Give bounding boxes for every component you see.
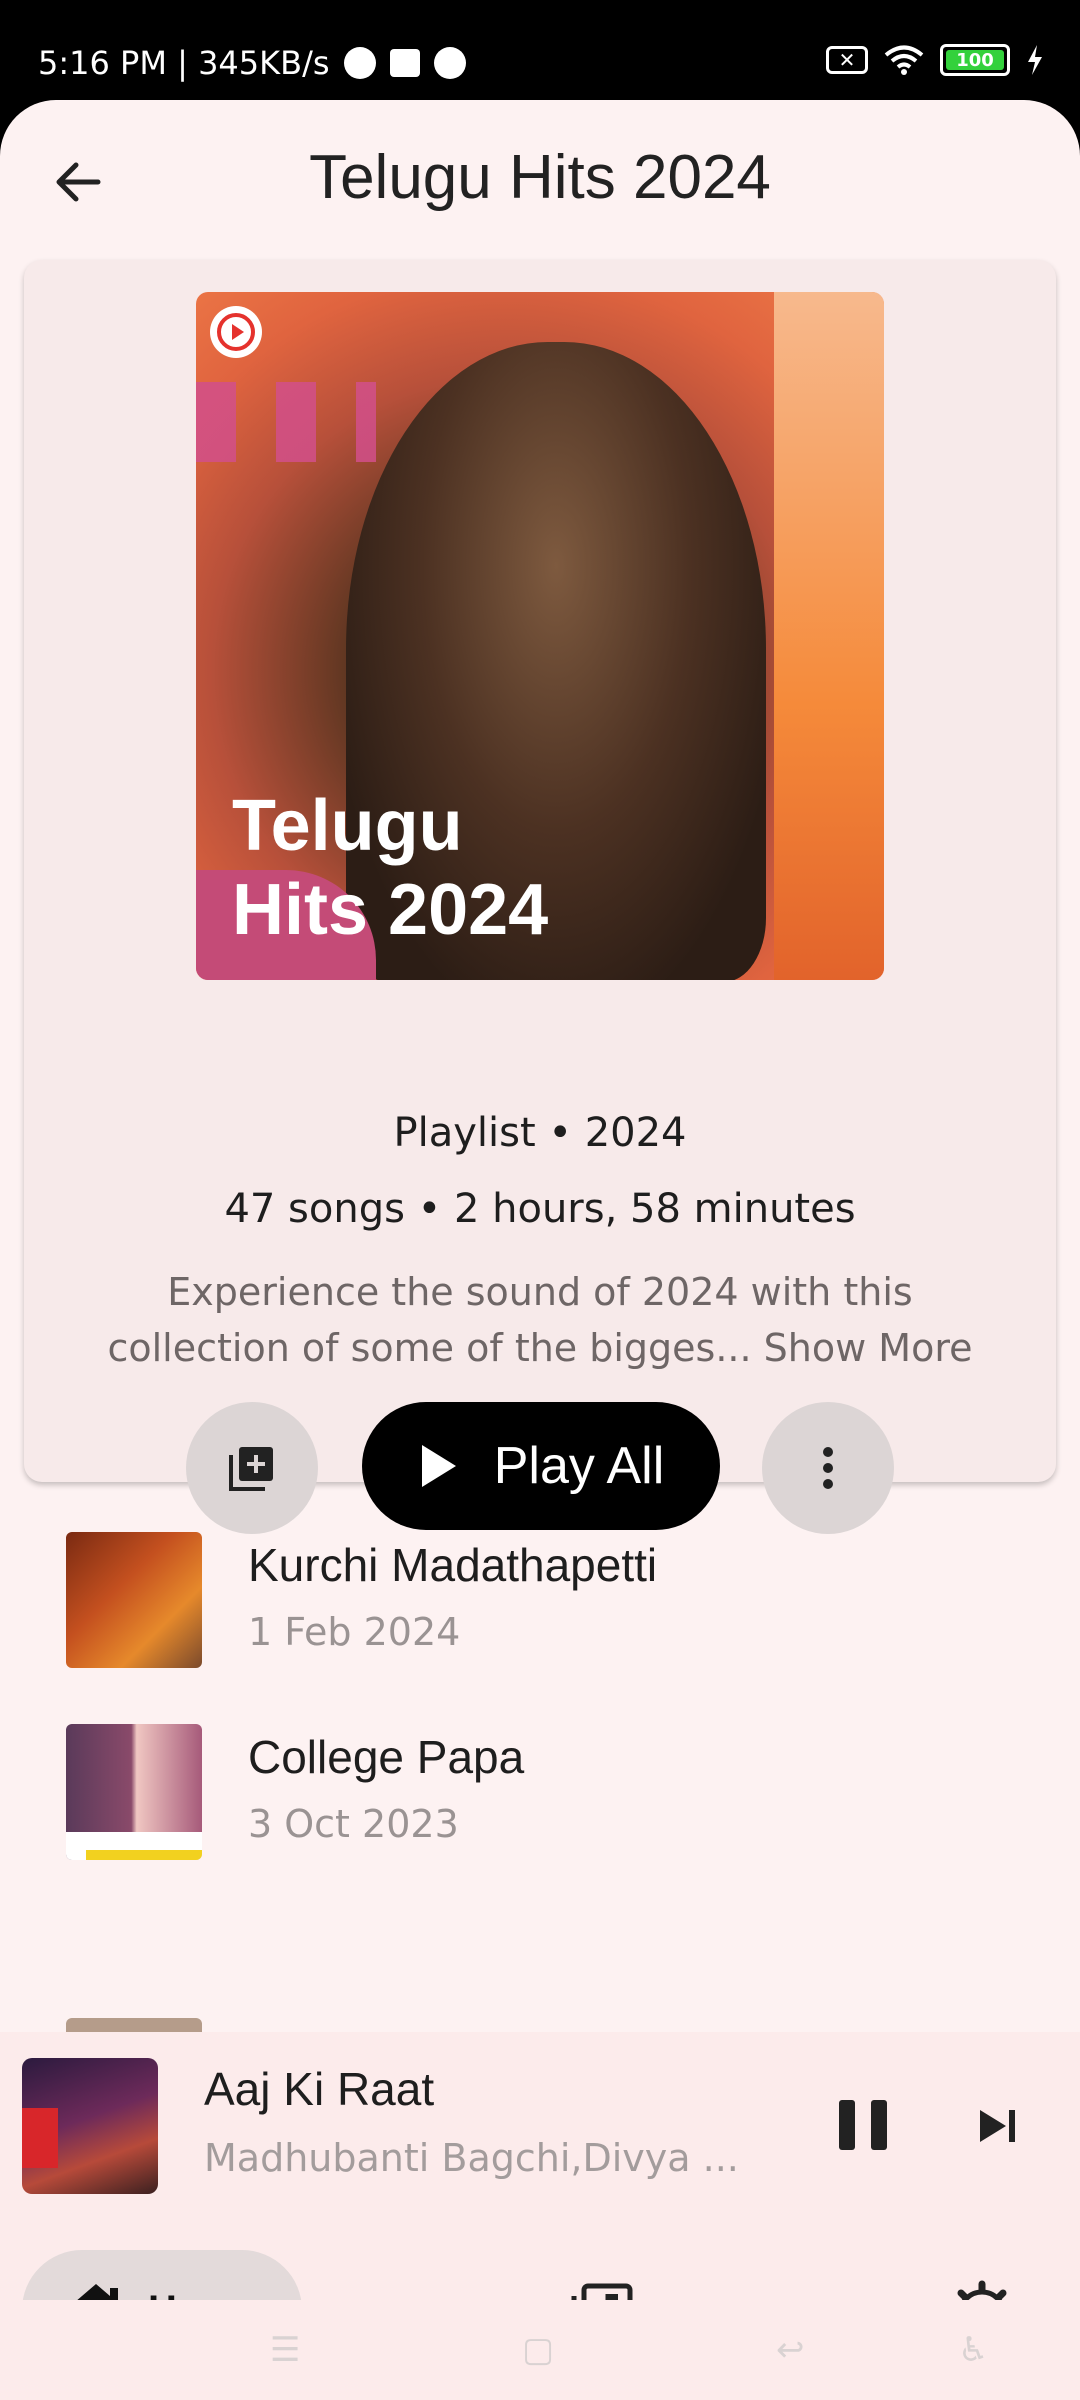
play-icon: [421, 1445, 456, 1487]
app-screen: Telugu Hits 2024 Telugu Hits 2024 Playli…: [0, 100, 1080, 2400]
playlist-header-card: Telugu Hits 2024 Playlist • 2024 47 song…: [24, 260, 1056, 1534]
system-navigation-bar: ☰ ▢ ↩ ♿: [0, 2300, 1080, 2400]
more-vert-icon: [823, 1447, 833, 1489]
status-time: 5:16 PM | 345KB/s: [38, 44, 330, 82]
wifi-icon: [884, 45, 924, 75]
library-add-icon: [229, 1447, 273, 1491]
more-options-button[interactable]: [762, 1402, 894, 1534]
status-right: ✕ 100: [826, 44, 1044, 76]
add-to-library-button[interactable]: [186, 1402, 318, 1534]
status-left: 5:16 PM | 345KB/s: [38, 44, 466, 82]
status-app-icon: [343, 47, 376, 79]
status-app-icon-2: [433, 47, 466, 79]
accessibility-icon[interactable]: ♿: [958, 2330, 988, 2370]
back-system-icon[interactable]: ↩: [776, 2330, 805, 2370]
now-playing-title: Aaj Ki Raat: [204, 2063, 435, 2115]
pause-button[interactable]: [830, 2088, 896, 2164]
song-title: Kurchi Madathapetti: [248, 1539, 658, 1591]
playlist-song-count-duration: 47 songs • 2 hours, 58 minutes: [224, 1186, 856, 1232]
cover-title: Telugu Hits 2024: [232, 786, 549, 950]
recent-apps-icon[interactable]: ☰: [270, 2330, 300, 2370]
youtube-music-logo-icon: [210, 306, 262, 358]
now-playing-thumbnail: [22, 2058, 158, 2194]
status-notification-icon: [389, 49, 420, 77]
song-thumbnail: [66, 1532, 202, 1668]
song-title: College Papa: [248, 1731, 525, 1783]
sim-off-icon: ✕: [826, 46, 868, 74]
play-all-button[interactable]: Play All: [362, 1402, 720, 1530]
song-list-item[interactable]: College Papa 3 Oct 2023: [0, 1724, 1080, 1904]
song-date: 3 Oct 2023: [248, 1802, 459, 1846]
mini-player[interactable]: Aaj Ki Raat Madhubanti Bagchi,Divya ...: [0, 2032, 1080, 2222]
song-thumbnail: [66, 1724, 202, 1860]
playlist-type-year: Playlist • 2024: [393, 1110, 687, 1156]
page-title: Telugu Hits 2024: [309, 143, 771, 212]
battery-level: 100: [956, 49, 994, 71]
charging-icon: [1028, 45, 1042, 75]
pause-icon: [839, 2100, 855, 2150]
play-all-label: Play All: [493, 1437, 665, 1495]
top-bar: Telugu Hits 2024: [0, 100, 1080, 260]
playlist-description[interactable]: Experience the sound of 2024 with this c…: [84, 1264, 996, 1376]
song-date: 1 Feb 2024: [248, 1610, 461, 1654]
song-list-item[interactable]: Kurchi Madathapetti 1 Feb 2024: [0, 1532, 1080, 1712]
battery-icon: 100: [940, 44, 1010, 76]
playlist-cover-image: Telugu Hits 2024: [196, 292, 884, 980]
now-playing-artist: Madhubanti Bagchi,Divya ...: [204, 2136, 739, 2180]
home-system-icon[interactable]: ▢: [522, 2330, 554, 2370]
skip-next-icon[interactable]: [968, 2096, 1028, 2156]
status-bar: 5:16 PM | 345KB/s ✕ 100: [0, 0, 1080, 100]
